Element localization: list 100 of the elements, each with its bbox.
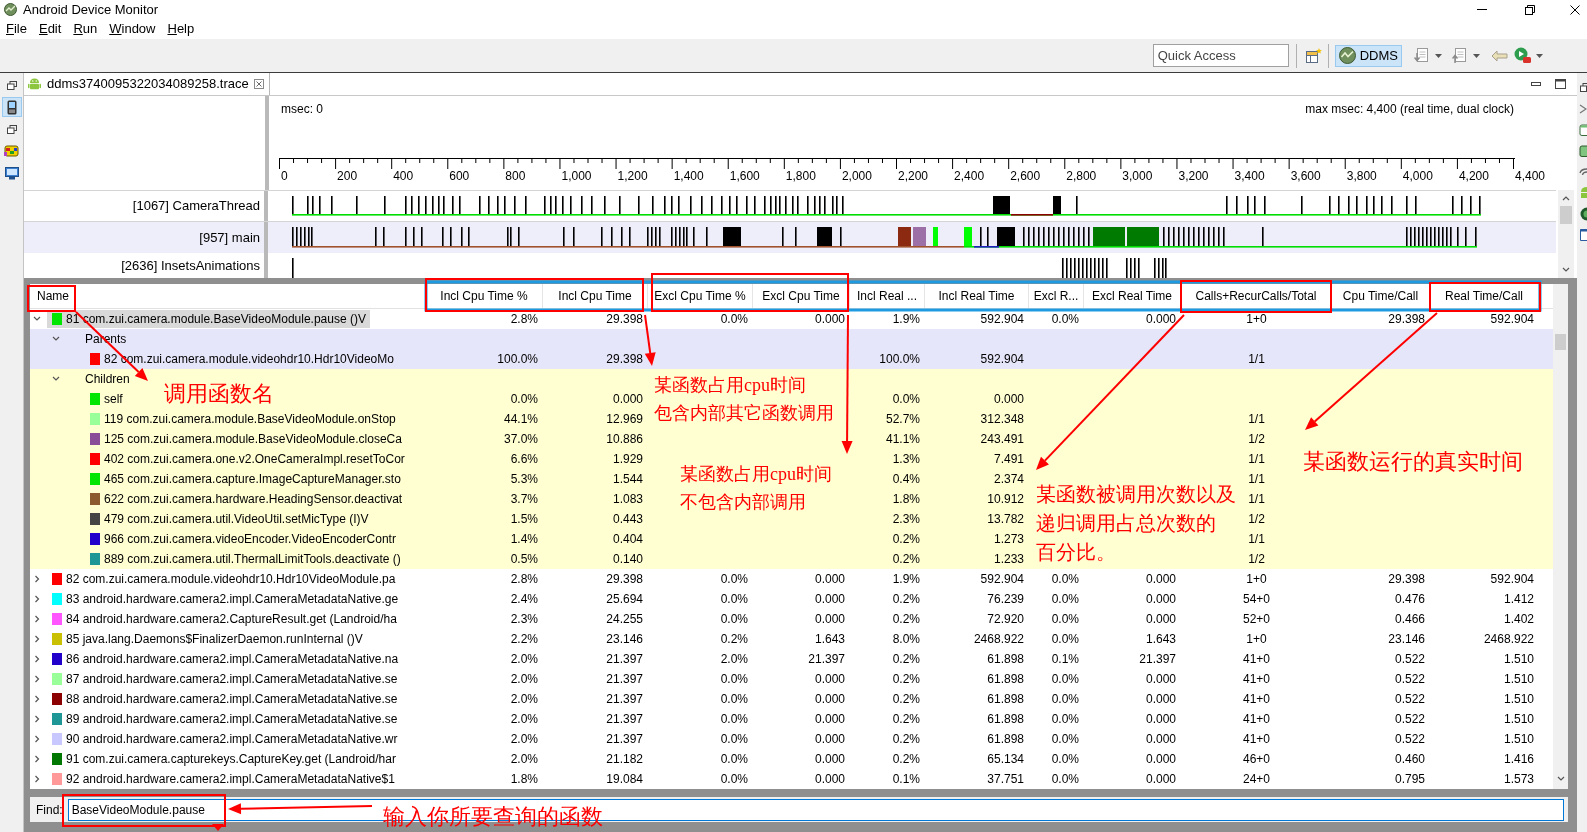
chevron-down-icon[interactable] xyxy=(52,335,60,343)
group-label[interactable]: Children xyxy=(85,370,130,388)
table-cell-text: 72.920 xyxy=(987,611,1024,628)
scrollbar-thumb[interactable] xyxy=(1560,206,1572,224)
column-header[interactable]: Excl Cpu Time xyxy=(753,284,850,308)
method-name[interactable]: 119 com.zui.camera.module.BaseVideoModule.onStop xyxy=(104,410,396,428)
arrowhead-icon xyxy=(212,824,224,831)
method-name[interactable]: 90 android.hardware.camera2.impl.CameraMetadataNative.wr xyxy=(66,730,398,748)
method-name[interactable]: 81 com.zui.camera.module.BaseVideoModule.pause ()V xyxy=(66,310,366,328)
table-cell-text: 0.000 xyxy=(814,311,845,328)
column-header[interactable]: Incl Cpu Time % xyxy=(426,284,543,308)
table-cell-text: 0.2% xyxy=(720,631,748,648)
perspective-button[interactable]: DDMS xyxy=(1334,44,1402,67)
table-cell-text: 1+0 xyxy=(1246,631,1267,648)
menu-item[interactable]: Window xyxy=(103,19,162,39)
chevron-right-icon[interactable] xyxy=(33,775,41,783)
chevron-right-icon[interactable] xyxy=(33,755,41,763)
scrollbar-thumb[interactable] xyxy=(1555,334,1566,350)
chevron-right-icon[interactable] xyxy=(33,675,41,683)
run-button[interactable] xyxy=(1513,45,1531,66)
menu-item[interactable]: Edit xyxy=(32,19,68,39)
phone-icon xyxy=(6,99,17,115)
table-cell-text: 21.397 xyxy=(606,671,643,688)
method-name[interactable]: 84 android.hardware.camera2.CaptureResult.get (Landroid/ha xyxy=(66,610,397,628)
column-header[interactable]: Incl Cpu Time xyxy=(543,284,648,308)
column-header[interactable]: Name xyxy=(30,284,426,308)
chevron-right-icon[interactable] xyxy=(33,575,41,583)
table-cell-text: 1.510 xyxy=(1503,651,1534,668)
menu-item[interactable]: Run xyxy=(67,19,104,39)
table-cell-text: 29.398 xyxy=(606,311,643,328)
column-header[interactable]: Excl Real Time xyxy=(1084,284,1181,308)
method-name[interactable]: 889 com.zui.camera.util.ThermalLimitTools.deactivate () xyxy=(104,550,401,568)
maximize-icon xyxy=(1554,79,1566,89)
table-cell-text: 2.8% xyxy=(510,571,538,588)
method-name[interactable]: 622 com.zui.camera.hardware.HeadingSensor.deactivat xyxy=(104,490,403,508)
table-cell-text: 61.898 xyxy=(987,711,1024,728)
chevron-right-icon[interactable] xyxy=(33,635,41,643)
tick-label: 3,800 xyxy=(1346,169,1377,183)
table-cell-text: 2.0% xyxy=(510,651,538,668)
table-cell-text: 21.397 xyxy=(808,651,845,668)
method-name[interactable]: 82 com.zui.camera.module.videohdr10.Hdr10VideoModule.pa xyxy=(66,570,396,588)
method-name[interactable]: 966 com.zui.camera.videoEncoder.VideoEncoderContr xyxy=(104,530,396,548)
table-cell-text: 29.398 xyxy=(606,571,643,588)
chevron-down-icon[interactable] xyxy=(1556,775,1565,783)
chevron-right-icon[interactable] xyxy=(33,715,41,723)
chevron-down-icon[interactable] xyxy=(52,375,60,383)
menu-item[interactable]: Help xyxy=(161,19,201,39)
method-name[interactable]: 92 android.hardware.camera2.impl.CameraMetadataNative$1 xyxy=(66,770,395,788)
quick-access-field[interactable]: Quick Access xyxy=(1152,44,1289,67)
method-name[interactable]: 402 com.zui.camera.one.v2.OneCameraImpl.resetToCor xyxy=(104,450,405,468)
method-name[interactable]: 89 android.hardware.camera2.impl.CameraMetadataNative.se xyxy=(66,710,398,728)
column-header[interactable]: Cpu Time/Call xyxy=(1332,284,1430,308)
method-name[interactable]: 91 com.zui.camera.capturekeys.CaptureKey.get (Landroid/har xyxy=(66,750,396,768)
close-tab-button[interactable] xyxy=(253,78,265,90)
chevron-down-icon[interactable] xyxy=(33,315,41,323)
table-cell-text: 0.000 xyxy=(1145,751,1176,768)
view-button[interactable] xyxy=(1,97,22,117)
chevron-down-icon[interactable] xyxy=(1562,266,1570,274)
method-name[interactable]: 83 android.hardware.camera2.impl.CameraMetadataNative.ge xyxy=(66,590,399,608)
column-header[interactable]: Real Time/Call xyxy=(1430,284,1539,308)
android-icon xyxy=(28,77,41,91)
chevron-right-icon[interactable] xyxy=(33,735,41,743)
column-header[interactable]: Excl Cpu Time % xyxy=(648,284,753,308)
method-name[interactable]: self xyxy=(104,390,123,408)
column-header[interactable]: Calls+RecurCalls/Total xyxy=(1181,284,1332,308)
chevron-up-icon[interactable] xyxy=(1562,194,1570,202)
tick-label: 4,000 xyxy=(1402,169,1433,183)
table-cell-text: 0.000 xyxy=(814,711,845,728)
method-name[interactable]: 465 com.zui.camera.capture.ImageCaptureManager.sto xyxy=(104,470,401,488)
chevron-right-icon[interactable] xyxy=(33,615,41,623)
layers-icon xyxy=(3,145,20,157)
tick-label: 1,200 xyxy=(617,169,648,183)
method-name[interactable]: 88 android.hardware.camera2.impl.CameraMetadataNative.se xyxy=(66,690,398,708)
chevron-right-icon[interactable] xyxy=(33,655,41,663)
column-header[interactable]: Incl Real ... xyxy=(850,284,925,308)
table-cell-text: 0.2% xyxy=(892,551,920,568)
menu-item[interactable]: File xyxy=(0,19,33,39)
method-name[interactable]: 125 com.zui.camera.module.BaseVideoModule.closeCa xyxy=(104,430,402,448)
method-name[interactable]: 87 android.hardware.camera2.impl.CameraMetadataNative.se xyxy=(66,670,398,688)
method-name[interactable]: 86 android.hardware.camera2.impl.CameraMetadataNative.na xyxy=(66,650,399,668)
table-cell-text: 12.969 xyxy=(606,411,643,428)
table-cell-text: 0.522 xyxy=(1394,711,1425,728)
table-cell-text: 1/1 xyxy=(1248,471,1265,488)
table-cell-text: 61.898 xyxy=(987,731,1024,748)
toolbar-button[interactable] xyxy=(1451,45,1468,66)
table-cell-text: 0.000 xyxy=(814,771,845,788)
table-cell-text: 0.0% xyxy=(510,391,538,408)
table-cell-text: 0.460 xyxy=(1394,751,1425,768)
table-cell-text: 19.084 xyxy=(606,771,643,788)
chevron-right-icon[interactable] xyxy=(33,595,41,603)
annotation-text: 调用函数名 xyxy=(164,380,274,408)
method-name[interactable]: 85 java.lang.Daemons$FinalizerDaemon.runInternal ()V xyxy=(66,630,363,648)
method-name[interactable]: 479 com.zui.camera.util.VideoUtil.setMicType (I)V xyxy=(104,510,369,528)
chevron-right-icon[interactable] xyxy=(33,695,41,703)
tick-label: 2,000 xyxy=(841,169,872,183)
column-header[interactable]: Incl Real Time xyxy=(925,284,1029,308)
table-cell-text: 0.000 xyxy=(1145,771,1176,788)
table-cell-text: 0.000 xyxy=(1145,731,1176,748)
column-header[interactable]: Excl R... xyxy=(1029,284,1084,308)
table-cell-text: 1.510 xyxy=(1503,691,1534,708)
